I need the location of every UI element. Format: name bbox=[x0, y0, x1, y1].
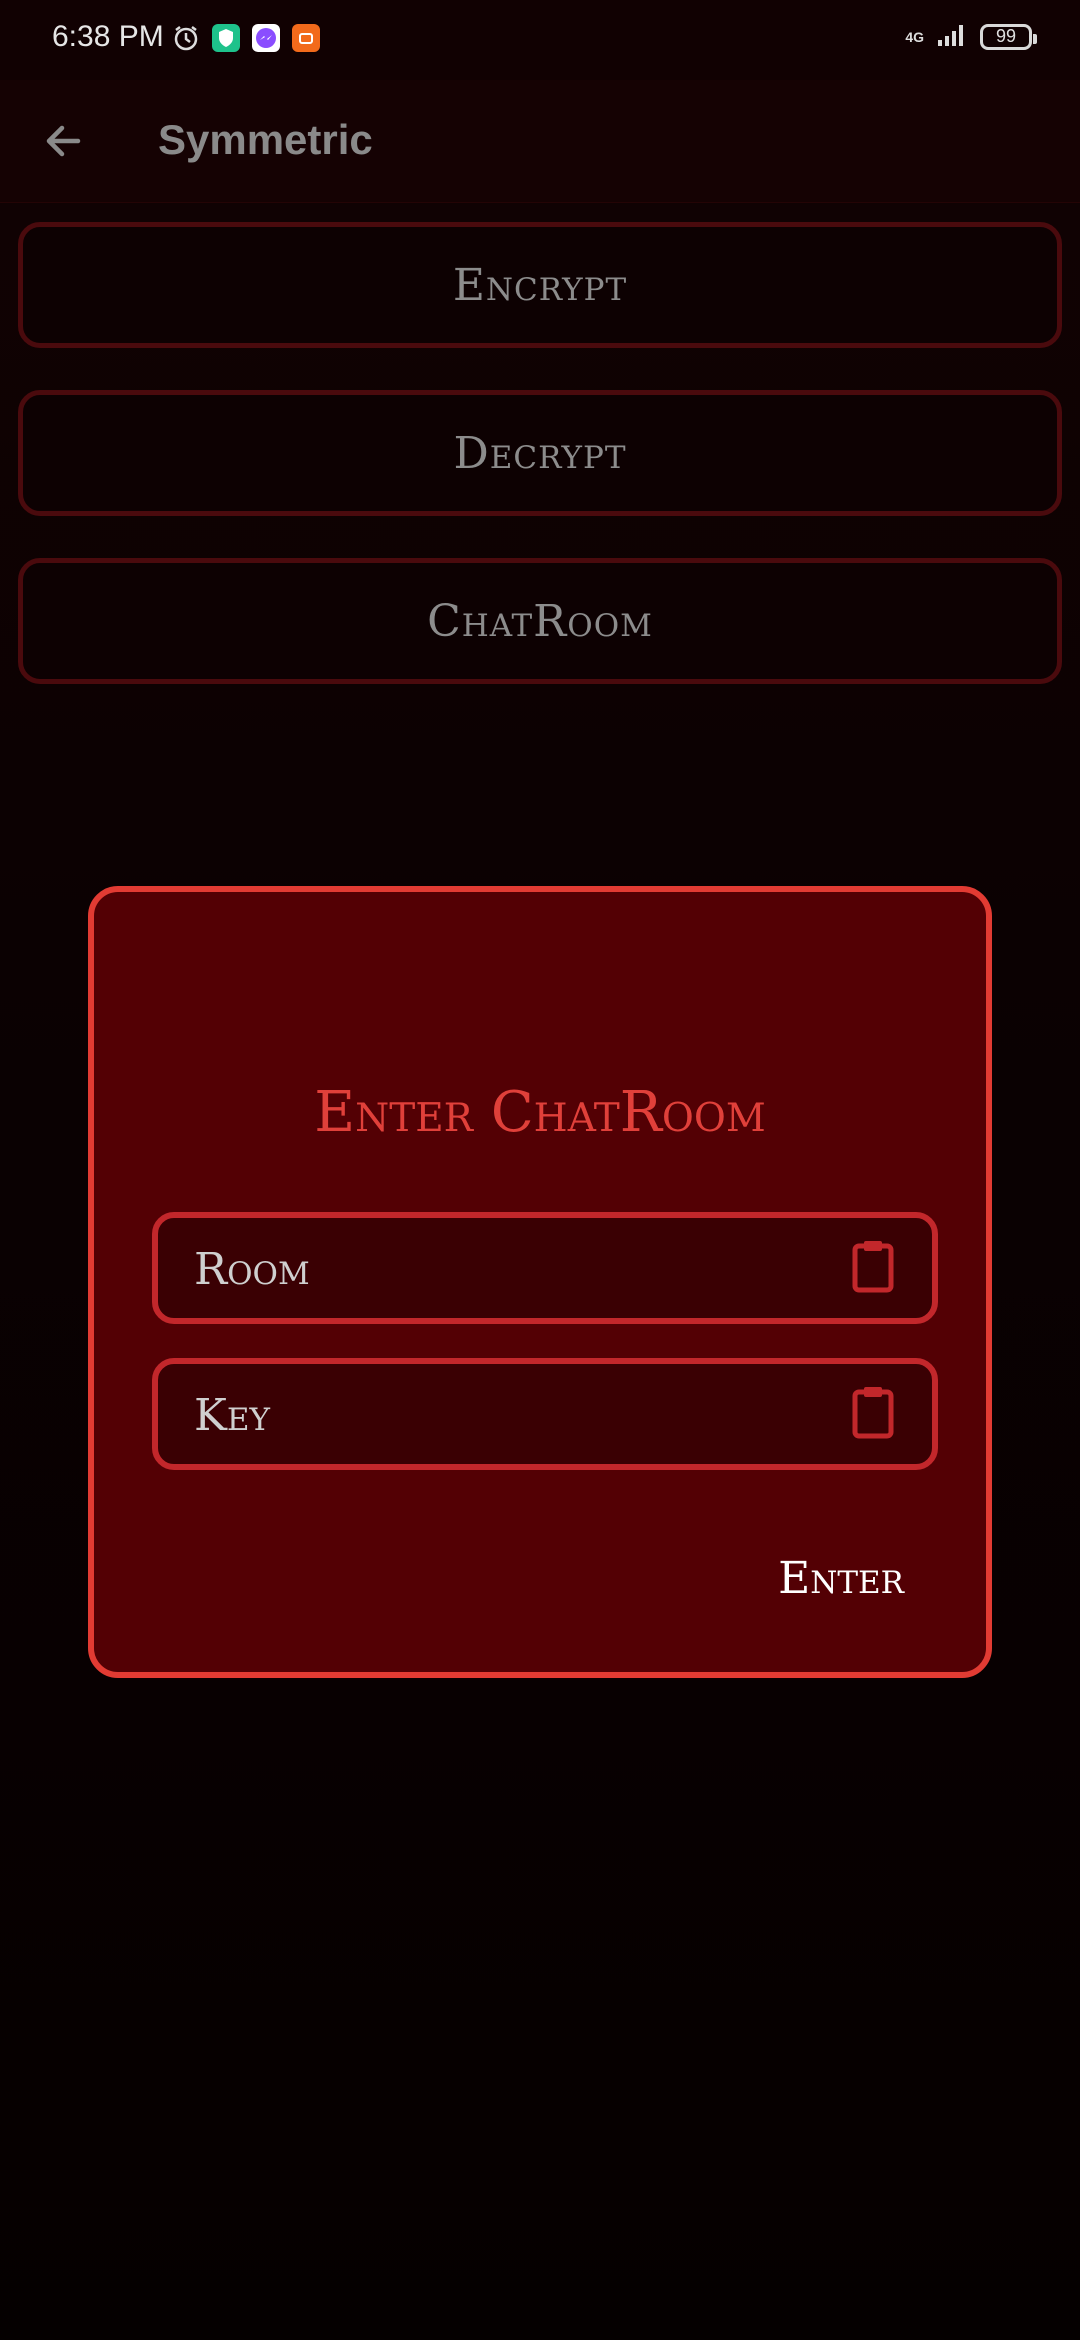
app-bar: Symmetric bbox=[0, 80, 1080, 203]
decrypt-button[interactable]: Decrypt bbox=[18, 390, 1062, 516]
key-field bbox=[152, 1358, 938, 1470]
orange-app-icon bbox=[292, 24, 320, 52]
clipboard-icon[interactable] bbox=[850, 1384, 896, 1440]
enter-chatroom-dialog: Enter ChatRoom Enter bbox=[88, 886, 992, 1678]
status-notification-icons bbox=[172, 24, 320, 52]
messenger-icon bbox=[252, 24, 280, 52]
network-type: 4G bbox=[905, 28, 924, 45]
alarm-icon bbox=[172, 24, 200, 52]
enter-button[interactable]: Enter bbox=[770, 1547, 912, 1610]
battery-level: 99 bbox=[995, 26, 1017, 46]
clipboard-icon[interactable] bbox=[850, 1238, 896, 1294]
back-arrow-icon[interactable] bbox=[38, 116, 88, 166]
signal-icon bbox=[936, 22, 968, 51]
status-time: 6:38 PM bbox=[52, 20, 164, 53]
status-bar: 6:38 PM 4G 99 bbox=[0, 0, 1080, 80]
status-right: 4G 99 bbox=[905, 22, 1037, 51]
dialog-title: Enter ChatRoom bbox=[314, 1080, 766, 1145]
shield-app-icon bbox=[212, 24, 240, 52]
key-input[interactable] bbox=[192, 1364, 816, 1466]
encrypt-button[interactable]: Encrypt bbox=[18, 222, 1062, 348]
battery-icon: 99 bbox=[980, 23, 1037, 50]
room-field bbox=[152, 1212, 938, 1324]
chatroom-button[interactable]: ChatRoom bbox=[18, 558, 1062, 684]
page-title: Symmetric bbox=[158, 116, 373, 163]
room-input[interactable] bbox=[192, 1218, 816, 1320]
